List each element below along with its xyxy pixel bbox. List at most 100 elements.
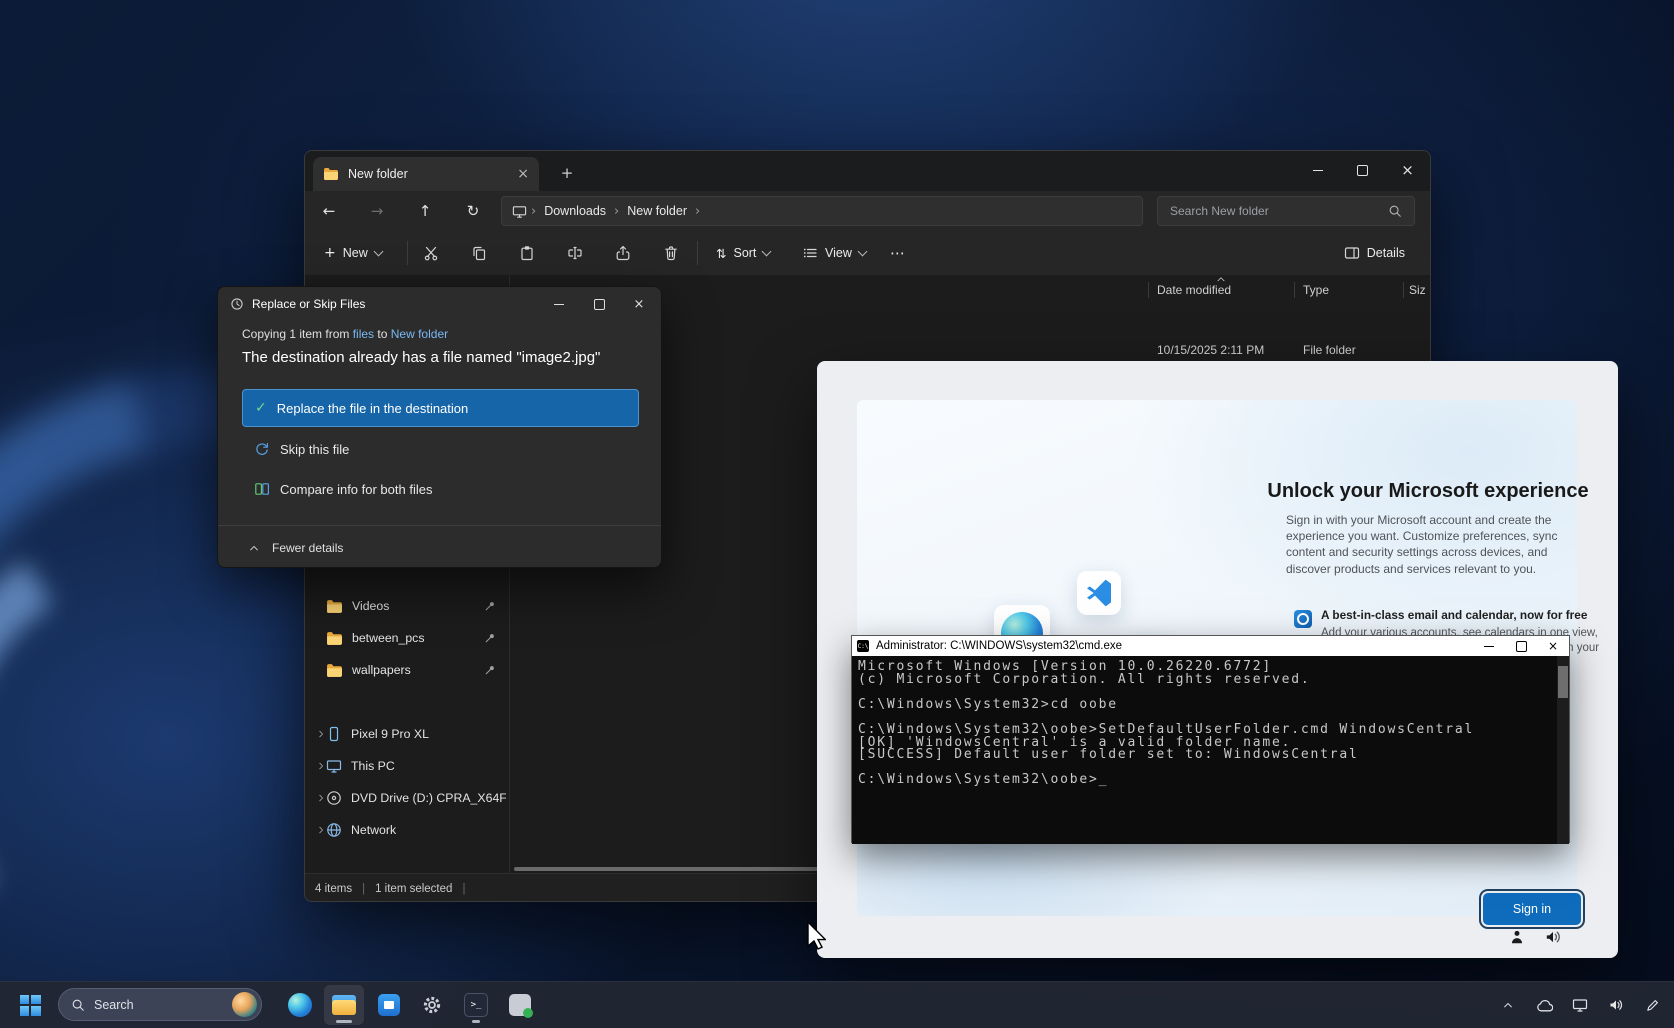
sidebar-item-dvd-drive[interactable]: DVD Drive (D:) CPRA_X64FRE_: [308, 783, 506, 813]
start-button[interactable]: [10, 985, 50, 1025]
breadcrumb-separator: ›: [527, 204, 540, 219]
sidebar-item-wallpapers[interactable]: wallpapers: [308, 655, 506, 685]
sort-button[interactable]: ⇅ Sort: [707, 237, 779, 269]
taskbar-settings-button[interactable]: [412, 985, 452, 1025]
network-tray-button[interactable]: [1566, 985, 1594, 1025]
volume-icon[interactable]: [1544, 928, 1562, 946]
column-header-type[interactable]: Type: [1303, 283, 1329, 297]
tab-close-icon[interactable]: ×: [517, 167, 529, 181]
edge-icon: [288, 993, 312, 1017]
column-header-date-modified[interactable]: Date modified: [1157, 283, 1231, 297]
column-divider[interactable]: [1148, 282, 1149, 298]
copy-progress-icon: [230, 297, 244, 311]
taskbar-store-button[interactable]: [369, 985, 409, 1025]
taskbar-search[interactable]: Search: [58, 988, 262, 1021]
oobe-feature-title: A best-in-class email and calendar, now …: [1321, 608, 1606, 622]
maximize-button[interactable]: [1505, 636, 1537, 656]
delete-button[interactable]: [653, 237, 689, 269]
dialog-copy-summary: Copying 1 item from files to New folder: [242, 327, 448, 341]
taskbar-installer-button[interactable]: [500, 985, 540, 1025]
chevron-right-icon[interactable]: [316, 793, 326, 803]
taskbar-edge-button[interactable]: [280, 985, 320, 1025]
close-button[interactable]: ×: [619, 289, 659, 319]
new-label: New: [343, 246, 368, 260]
destination-folder-link[interactable]: New folder: [391, 327, 448, 341]
scrollbar-thumb[interactable]: [1558, 666, 1568, 698]
folder-icon: [326, 598, 343, 615]
copy-button[interactable]: [461, 237, 497, 269]
hidden-icons-button[interactable]: [1494, 985, 1522, 1025]
forward-button[interactable]: →: [361, 195, 393, 227]
sort-arrows-icon: ⇅: [716, 246, 726, 261]
close-button[interactable]: ×: [1385, 151, 1430, 189]
address-bar[interactable]: › Downloads › New folder ›: [501, 196, 1143, 226]
taskbar-terminal-button[interactable]: >_: [456, 985, 496, 1025]
sidebar-item-pixel-phone[interactable]: Pixel 9 Pro XL: [308, 719, 506, 749]
cut-button[interactable]: [413, 237, 449, 269]
up-button[interactable]: ↑: [409, 195, 441, 227]
chevron-right-icon[interactable]: [316, 825, 326, 835]
console-prompt-line: C:\Windows\System32\oobe>_: [858, 774, 1559, 787]
source-folder-link[interactable]: files: [353, 327, 374, 341]
dialog-window-controls: ×: [539, 289, 659, 319]
cmd-title-bar[interactable]: C:\ Administrator: C:\WINDOWS\system32\c…: [852, 636, 1569, 656]
sidebar-item-videos[interactable]: Videos: [308, 591, 506, 621]
fewer-details-toggle[interactable]: Fewer details: [218, 526, 661, 568]
app-installer-icon: [509, 994, 531, 1016]
maximize-button[interactable]: [579, 289, 619, 319]
replace-file-option[interactable]: ✓ Replace the file in the destination: [242, 389, 639, 427]
minimize-button[interactable]: [1473, 636, 1505, 656]
chevron-right-icon[interactable]: [316, 729, 326, 739]
taskbar-file-explorer-button[interactable]: [324, 985, 364, 1025]
maximize-button[interactable]: [1340, 151, 1385, 189]
rename-button[interactable]: [557, 237, 593, 269]
minimize-button[interactable]: [1295, 151, 1340, 189]
skip-arrow-icon: [254, 441, 270, 457]
status-separator: |: [462, 883, 465, 895]
search-input[interactable]: Search New folder: [1157, 196, 1415, 226]
column-divider[interactable]: [1294, 282, 1295, 298]
view-button[interactable]: View: [793, 237, 875, 269]
skip-file-option[interactable]: Skip this file: [242, 433, 639, 465]
horizontal-scrollbar[interactable]: [514, 867, 824, 871]
chevron-right-icon[interactable]: [316, 761, 326, 771]
store-icon: [378, 994, 400, 1016]
sidebar-item-this-pc[interactable]: This PC: [308, 751, 506, 781]
vertical-scrollbar[interactable]: [1557, 656, 1569, 844]
explorer-tab-strip: New folder × + ×: [305, 151, 1430, 191]
sidebar-item-between-pcs[interactable]: between_pcs: [308, 623, 506, 653]
network-icon: [1572, 997, 1588, 1013]
column-header-size[interactable]: Siz: [1409, 283, 1426, 297]
cloud-tray-button[interactable]: [1530, 985, 1558, 1025]
minimize-button[interactable]: [539, 289, 579, 319]
back-button[interactable]: ←: [313, 195, 345, 227]
accessibility-icon[interactable]: [1508, 928, 1526, 946]
sign-in-button[interactable]: Sign in: [1483, 893, 1581, 925]
oobe-bottom-buttons: [1508, 928, 1562, 946]
chevron-up-icon: [248, 542, 260, 554]
breadcrumb-downloads[interactable]: Downloads: [540, 204, 610, 218]
close-button[interactable]: ×: [1537, 636, 1569, 656]
running-app-indicator: [472, 1020, 480, 1023]
explorer-nav-bar: ← → ↑ ↻ › Downloads › New folder › Searc…: [305, 191, 1430, 231]
sidebar-item-network[interactable]: Network: [308, 815, 506, 845]
column-divider[interactable]: [1403, 282, 1404, 298]
more-options-button[interactable]: ⋯: [881, 237, 914, 269]
breadcrumb-new-folder[interactable]: New folder: [623, 204, 691, 218]
tab-title: New folder: [348, 167, 517, 181]
paste-button[interactable]: [509, 237, 545, 269]
replace-option-label: Replace the file in the destination: [277, 401, 469, 416]
pen-tray-button[interactable]: [1638, 985, 1666, 1025]
copy-prefix: Copying 1 item from: [242, 327, 353, 341]
new-tab-button[interactable]: +: [555, 161, 579, 185]
details-pane-button[interactable]: Details: [1335, 237, 1414, 269]
new-button[interactable]: + New: [315, 237, 391, 269]
fewer-details-label: Fewer details: [272, 541, 343, 555]
explorer-tab[interactable]: New folder ×: [313, 157, 539, 191]
compare-files-option[interactable]: Compare info for both files: [242, 473, 639, 505]
share-button[interactable]: [605, 237, 641, 269]
globe-icon: [326, 822, 342, 838]
volume-tray-button[interactable]: [1602, 985, 1630, 1025]
cmd-console-output[interactable]: Microsoft Windows [Version 10.0.26220.67…: [852, 656, 1559, 844]
refresh-button[interactable]: ↻: [457, 195, 489, 227]
